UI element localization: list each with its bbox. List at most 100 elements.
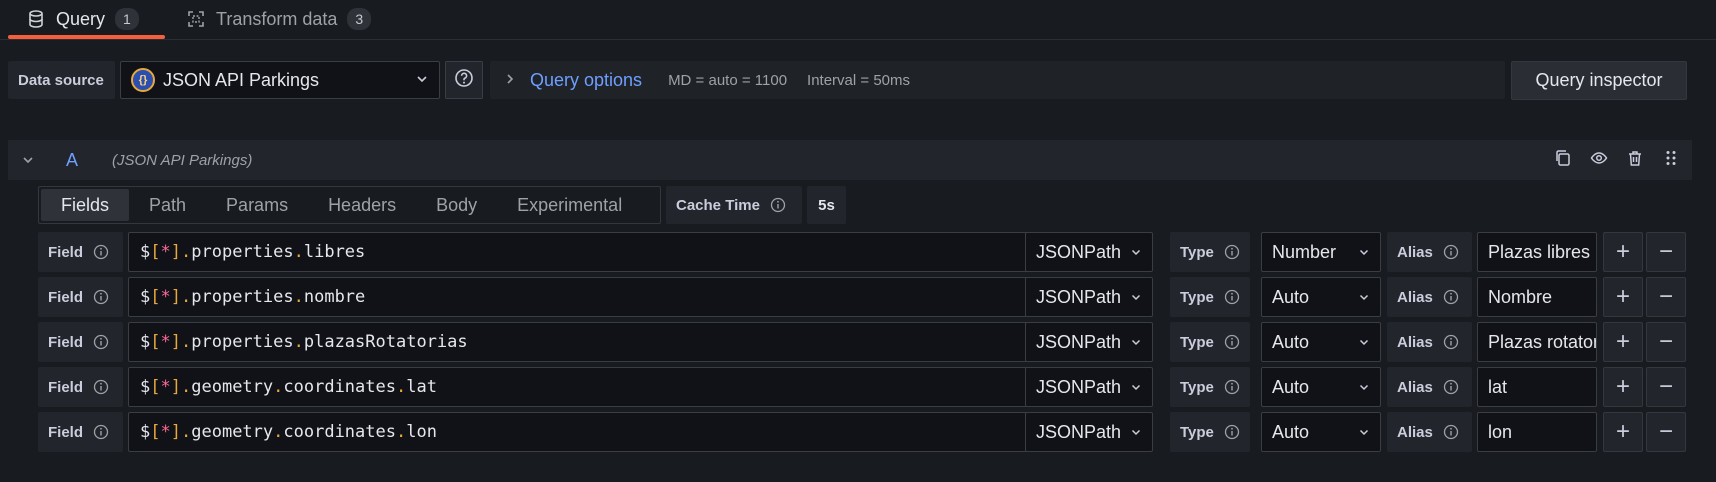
type-select[interactable]: Auto <box>1261 367 1381 407</box>
info-icon[interactable] <box>1224 289 1240 305</box>
field-path-input[interactable]: $[*]. properties. plazasRotatorias <box>128 322 1028 362</box>
alias-label-text: Alias <box>1397 423 1433 441</box>
path-token: lat <box>406 377 437 397</box>
type-select[interactable]: Auto <box>1261 412 1381 452</box>
field-label-text: Field <box>48 378 84 396</box>
query-options-bar[interactable]: Query options MD = auto = 1100 Interval … <box>490 61 1505 99</box>
subtab-path[interactable]: Path <box>129 189 206 221</box>
language-value: JSONPath <box>1036 376 1122 397</box>
language-value: JSONPath <box>1036 421 1122 442</box>
field-path-input[interactable]: $[*]. properties. libres <box>128 232 1028 272</box>
type-select[interactable]: Number <box>1261 232 1381 272</box>
field-row: Field $[*]. geometry. coordinates. lat JSON… <box>38 367 1688 407</box>
language-select[interactable]: JSONPath <box>1025 322 1153 362</box>
remove-field-button[interactable]: − <box>1646 322 1686 362</box>
add-field-button[interactable]: + <box>1603 322 1643 362</box>
add-field-button[interactable]: + <box>1603 232 1643 272</box>
info-icon[interactable] <box>93 379 109 395</box>
type-label-text: Type <box>1180 378 1214 396</box>
chevron-down-icon <box>1130 242 1142 263</box>
eye-icon[interactable] <box>1590 149 1608 172</box>
cache-time-text: Cache Time <box>676 196 760 214</box>
alias-label: Alias <box>1387 277 1472 317</box>
database-icon <box>26 9 46 29</box>
alias-input[interactable]: lon <box>1477 412 1597 452</box>
alias-label-text: Alias <box>1397 243 1433 261</box>
query-options-title[interactable]: Query options <box>530 70 642 91</box>
subtab-fields[interactable]: Fields <box>41 189 130 221</box>
info-icon[interactable] <box>1443 379 1459 395</box>
remove-field-button[interactable]: − <box>1646 232 1686 272</box>
path-bracket: ] <box>170 332 181 352</box>
info-icon[interactable] <box>1224 244 1240 260</box>
chevron-down-icon <box>1130 332 1142 353</box>
remove-field-button[interactable]: − <box>1646 367 1686 407</box>
field-path-input[interactable]: $[*]. geometry. coordinates. lat <box>128 367 1028 407</box>
info-icon[interactable] <box>1443 244 1459 260</box>
path-token: geometry <box>191 377 274 397</box>
info-icon[interactable] <box>1224 379 1240 395</box>
language-select[interactable]: JSONPath <box>1025 412 1153 452</box>
datasource-picker[interactable]: {} JSON API Parkings <box>120 61 440 99</box>
path-token: lon <box>406 422 437 442</box>
path-token: $ <box>140 422 151 442</box>
path-dot: . <box>293 242 304 262</box>
info-icon[interactable] <box>93 424 109 440</box>
subtab-params[interactable]: Params <box>206 189 308 221</box>
path-token: coordinates <box>283 422 396 442</box>
path-dot: . <box>181 332 192 352</box>
info-icon[interactable] <box>1443 334 1459 350</box>
path-wildcard: * <box>160 422 171 442</box>
alias-input[interactable]: Plazas libres <box>1477 232 1597 272</box>
chevron-down-icon <box>1130 287 1142 308</box>
type-label: Type <box>1170 367 1250 407</box>
query-inspector-button[interactable]: Query inspector <box>1511 61 1687 100</box>
type-select[interactable]: Auto <box>1261 277 1381 317</box>
add-field-button[interactable]: + <box>1603 367 1643 407</box>
add-field-button[interactable]: + <box>1603 412 1643 452</box>
info-icon[interactable] <box>93 334 109 350</box>
info-icon[interactable] <box>1443 289 1459 305</box>
alias-label-text: Alias <box>1397 333 1433 351</box>
chevron-down-icon <box>1130 422 1142 443</box>
chevron-down-icon <box>1358 422 1370 443</box>
datasource-help-button[interactable] <box>445 61 483 99</box>
tab-transform-data[interactable]: Transform data 3 <box>186 0 372 38</box>
language-select[interactable]: JSONPath <box>1025 277 1153 317</box>
tab-query[interactable]: Query 1 <box>26 0 139 38</box>
info-icon[interactable] <box>93 244 109 260</box>
cache-time-value[interactable]: 5s <box>807 186 846 224</box>
info-icon[interactable] <box>1224 424 1240 440</box>
add-field-button[interactable]: + <box>1603 277 1643 317</box>
remove-field-button[interactable]: − <box>1646 412 1686 452</box>
drag-handle-icon[interactable] <box>1662 149 1680 172</box>
info-icon[interactable] <box>770 197 786 213</box>
info-icon[interactable] <box>1443 424 1459 440</box>
info-icon[interactable] <box>1224 334 1240 350</box>
alias-input[interactable]: Nombre <box>1477 277 1597 317</box>
type-label: Type <box>1170 232 1250 272</box>
subtab-headers[interactable]: Headers <box>308 189 416 221</box>
subtab-body[interactable]: Body <box>416 189 497 221</box>
language-select[interactable]: JSONPath <box>1025 367 1153 407</box>
info-icon[interactable] <box>93 289 109 305</box>
field-label-text: Field <box>48 423 84 441</box>
path-bracket: [ <box>150 287 161 307</box>
path-dot: . <box>293 287 304 307</box>
query-letter[interactable]: A <box>48 150 112 171</box>
type-select[interactable]: Auto <box>1261 322 1381 362</box>
subtab-experimental[interactable]: Experimental <box>497 189 642 221</box>
query-row-header[interactable]: A (JSON API Parkings) <box>8 140 1692 180</box>
remove-field-button[interactable]: − <box>1646 277 1686 317</box>
path-dot: . <box>395 422 407 442</box>
trash-icon[interactable] <box>1626 149 1644 172</box>
collapse-chevron-icon[interactable] <box>8 154 48 166</box>
field-path-input[interactable]: $[*]. geometry. coordinates. lon <box>128 412 1028 452</box>
chevron-down-icon <box>415 70 429 91</box>
language-select[interactable]: JSONPath <box>1025 232 1153 272</box>
alias-input[interactable]: lat <box>1477 367 1597 407</box>
duplicate-query-icon[interactable] <box>1554 149 1572 172</box>
alias-input[interactable]: Plazas rotatorias <box>1477 322 1597 362</box>
field-path-input[interactable]: $[*]. properties. nombre <box>128 277 1028 317</box>
path-token: $ <box>140 242 151 262</box>
